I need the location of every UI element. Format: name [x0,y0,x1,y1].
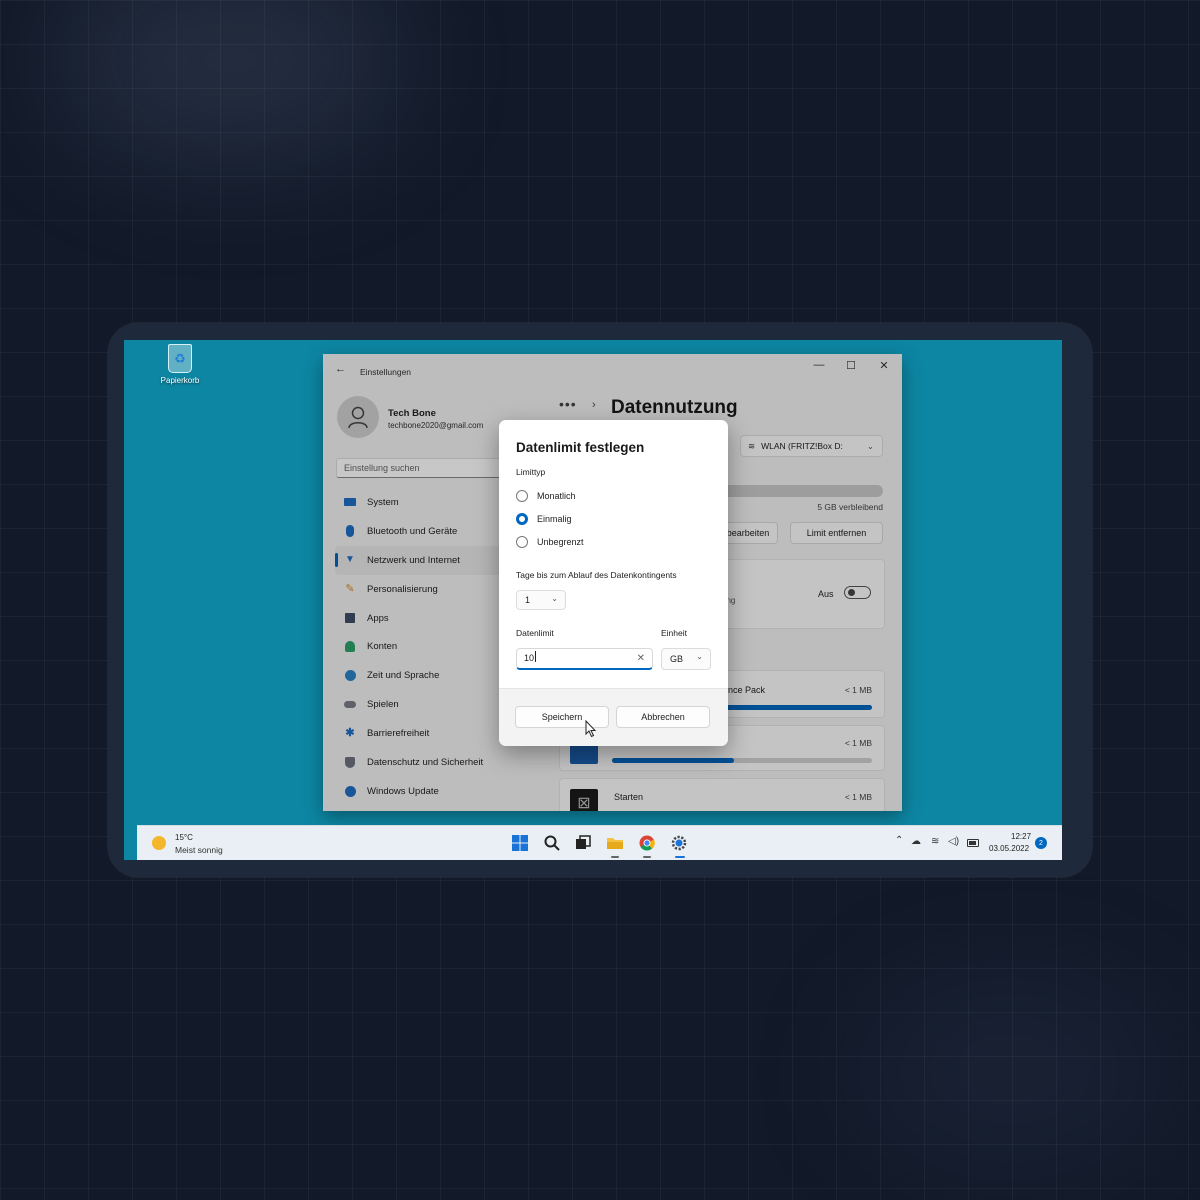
mouse-cursor-icon [585,720,597,738]
clock-time[interactable]: 12:27 [1011,832,1031,841]
unit-select[interactable]: GB ⌄ [661,648,711,670]
data-limit-value: 10 [524,653,535,663]
days-value: 1 [525,595,531,605]
app-active-indicator [675,856,685,858]
cancel-button-label: Abbrechen [641,712,685,722]
unit-value: GB [670,654,684,664]
settings-button[interactable] [669,833,689,853]
background-glow [860,980,1160,1160]
start-button[interactable] [510,833,530,853]
radio-button[interactable] [516,490,528,502]
notification-badge[interactable]: 2 [1035,837,1047,849]
app-running-indicator [611,856,619,858]
search-button[interactable] [542,833,562,853]
search-icon [544,835,560,851]
chevron-down-icon: ⌄ [551,594,558,603]
recycle-bin-label: Papierkorb [160,376,200,385]
task-view-icon [576,835,591,849]
limit-type-label: Limittyp [516,467,546,477]
clear-input-icon[interactable]: ✕ [637,649,645,668]
weather-sun-icon[interactable] [152,836,166,850]
data-limit-label: Datenlimit [516,628,554,638]
task-view-button[interactable] [573,833,593,853]
chrome-icon [639,835,655,851]
wifi-icon[interactable]: ≋ [931,836,939,847]
onedrive-icon[interactable]: ☁ [911,836,921,847]
chevron-down-icon: ⌄ [696,652,703,661]
radio-monthly[interactable]: Monatlich [516,489,576,503]
days-select[interactable]: 1 ⌄ [516,590,566,610]
chevron-up-icon[interactable]: ⌃ [895,835,903,846]
clock-date[interactable]: 03.05.2022 [989,844,1029,853]
recycle-bin-icon: ♻ [168,344,192,373]
speaker-icon[interactable]: ◁) [948,836,959,847]
recycle-bin-shortcut[interactable]: ♻ Papierkorb [150,344,210,385]
data-limit-input[interactable]: 10 ✕ [516,648,653,670]
weather-temperature[interactable]: 15°C [175,833,193,842]
radio-button[interactable] [516,536,528,548]
app-running-indicator [643,856,651,858]
gear-icon [671,835,687,851]
radio-button-selected[interactable] [516,513,528,525]
radio-label: Unbegrenzt [537,537,584,547]
days-label: Tage bis zum Ablauf des Datenkontingents [516,570,677,580]
desktop-screen: ♻ Papierkorb ← Einstellungen — ☐ ✕ Tech … [124,340,1062,860]
taskbar: 15°C Meist sonnig ⌃ ☁ ≋ ◁) 12:27 03.05.2… [137,825,1062,860]
weather-description[interactable]: Meist sonnig [175,845,223,855]
radio-unlimited[interactable]: Unbegrenzt [516,535,584,549]
battery-icon[interactable] [967,839,979,847]
text-caret [535,651,537,662]
dialog-title: Datenlimit festlegen [516,440,645,455]
cancel-button[interactable]: Abbrechen [616,706,710,728]
radio-label: Einmalig [537,514,572,524]
radio-one-time[interactable]: Einmalig [516,512,572,526]
file-explorer-button[interactable] [605,833,625,853]
save-button-label: Speichern [541,712,583,722]
chrome-button[interactable] [637,833,657,853]
radio-label: Monatlich [537,491,576,501]
windows-logo-icon [512,835,528,851]
data-limit-dialog: Datenlimit festlegen Limittyp Monatlich … [499,420,728,746]
folder-icon [607,838,623,849]
unit-label: Einheit [661,628,687,638]
